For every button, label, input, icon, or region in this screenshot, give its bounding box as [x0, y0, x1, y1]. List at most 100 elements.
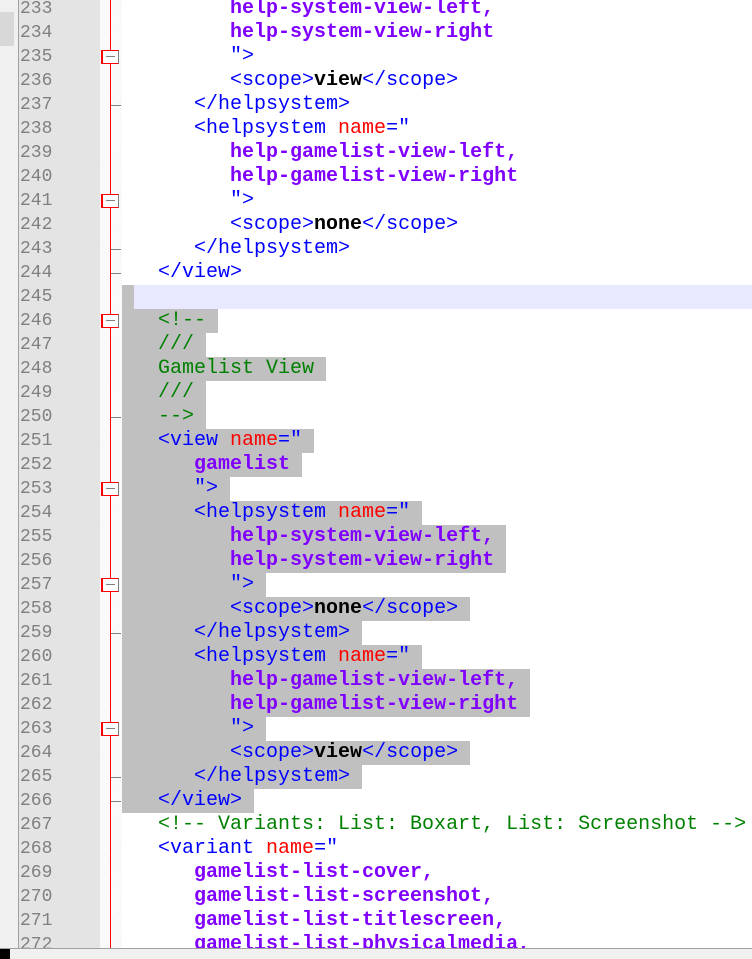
code-text: </view>	[122, 261, 242, 285]
fold-end-marker	[111, 105, 121, 106]
code-line[interactable]: 240 help-gamelist-view-right	[0, 165, 752, 189]
code-text: <!--	[122, 309, 219, 333]
code-text: gamelist-list-titlescreen,	[122, 909, 506, 933]
token-cmt: -->	[158, 405, 195, 428]
token-tag: <scope>	[230, 69, 315, 92]
code-line[interactable]: 260 <helpsystem name="	[0, 645, 752, 669]
code-text: </helpsystem>	[122, 621, 363, 645]
token-tag: ">	[230, 45, 255, 68]
fold-collapse-icon[interactable]	[101, 722, 119, 736]
code-line[interactable]: 268 <variant name="	[0, 837, 752, 861]
code-line[interactable]: 250 -->	[0, 405, 752, 429]
fold-collapse-icon[interactable]	[101, 194, 119, 208]
code-line[interactable]: 267 <!-- Variants: List: Boxart, List: S…	[0, 813, 752, 837]
code-line[interactable]: 247 ///	[0, 333, 752, 357]
code-editor[interactable]: 233 help-system-view-left, 234 help-syste…	[0, 0, 752, 948]
code-line[interactable]: 253 ">	[0, 477, 752, 501]
token-attr: name	[338, 117, 387, 140]
token-tag: <view	[158, 429, 231, 452]
code-line[interactable]: 263 ">	[0, 717, 752, 741]
line-number: 271	[20, 911, 53, 931]
line-number: 265	[20, 767, 53, 787]
line-number: 245	[20, 287, 53, 307]
code-text: -->	[122, 405, 207, 429]
fold-collapse-icon[interactable]	[101, 50, 119, 64]
code-line[interactable]: 254 <helpsystem name="	[0, 501, 752, 525]
code-line[interactable]: 243 </helpsystem>	[0, 237, 752, 261]
token-tag: ="	[386, 501, 411, 524]
code-text: </helpsystem>	[122, 93, 350, 117]
code-line[interactable]: 244 </view>	[0, 261, 752, 285]
line-number: 243	[20, 239, 53, 259]
token-tag: <variant	[158, 837, 267, 860]
code-line[interactable]: 252 gamelist	[0, 453, 752, 477]
code-line[interactable]: 246 <!--	[0, 309, 752, 333]
code-line[interactable]: 239 help-gamelist-view-left,	[0, 141, 752, 165]
code-line[interactable]: 256 help-system-view-right	[0, 549, 752, 573]
token-attr: name	[338, 501, 387, 524]
code-line[interactable]: 272 gamelist-list-physicalmedia,	[0, 933, 752, 948]
code-line[interactable]: 261 help-gamelist-view-left,	[0, 669, 752, 693]
code-line[interactable]: 251 <view name="	[0, 429, 752, 453]
code-line[interactable]: 265 </helpsystem>	[0, 765, 752, 789]
line-number: 268	[20, 839, 53, 859]
code-line[interactable]: 257 ">	[0, 573, 752, 597]
fold-end-marker	[111, 273, 121, 274]
horizontal-scrollbar[interactable]	[0, 948, 752, 959]
code-text: </view>	[122, 789, 255, 813]
line-number: 239	[20, 143, 53, 163]
code-text: ">	[122, 573, 267, 597]
code-line[interactable]: 270 gamelist-list-screenshot,	[0, 885, 752, 909]
code-line[interactable]: 249 ///	[0, 381, 752, 405]
line-number: 238	[20, 119, 53, 139]
code-line[interactable]: 271 gamelist-list-titlescreen,	[0, 909, 752, 933]
token-val: gamelist-list-screenshot,	[194, 885, 495, 908]
code-line[interactable]: 233 help-system-view-left,	[0, 0, 752, 21]
token-val: help-system-view-right	[230, 549, 495, 572]
token-cmt: ///	[158, 381, 195, 404]
code-line[interactable]: 241 ">	[0, 189, 752, 213]
token-val: help-system-view-right	[230, 21, 495, 44]
code-line[interactable]: 236 <scope>view</scope>	[0, 69, 752, 93]
code-line[interactable]: 255 help-system-view-left,	[0, 525, 752, 549]
code-text: <scope>none</scope>	[122, 597, 471, 621]
code-line[interactable]: 258 <scope>none</scope>	[0, 597, 752, 621]
code-text: gamelist-list-physicalmedia,	[122, 933, 530, 948]
fold-collapse-icon[interactable]	[101, 578, 119, 592]
code-line[interactable]: 235 ">	[0, 45, 752, 69]
code-text: ">	[122, 189, 254, 213]
token-tag: <helpsystem	[194, 645, 339, 668]
code-line[interactable]: 234 help-system-view-right	[0, 21, 752, 45]
code-line[interactable]: 242 <scope>none</scope>	[0, 213, 752, 237]
line-number: 250	[20, 407, 53, 427]
code-line[interactable]: 264 <scope>view</scope>	[0, 741, 752, 765]
token-tag: </scope>	[362, 213, 459, 236]
code-line[interactable]: 237 </helpsystem>	[0, 93, 752, 117]
line-number: 269	[20, 863, 53, 883]
code-text: ///	[122, 381, 207, 405]
code-text: <helpsystem name="	[122, 501, 423, 525]
code-line[interactable]: 266 </view>	[0, 789, 752, 813]
code-line[interactable]: 259 </helpsystem>	[0, 621, 752, 645]
line-number: 259	[20, 623, 53, 643]
line-number: 237	[20, 95, 53, 115]
code-text: gamelist	[122, 453, 303, 477]
token-val: help-gamelist-view-left,	[230, 141, 519, 164]
code-line[interactable]: 238 <helpsystem name="	[0, 117, 752, 141]
line-number: 260	[20, 647, 53, 667]
code-text: </helpsystem>	[122, 765, 363, 789]
fold-collapse-icon[interactable]	[101, 482, 119, 496]
token-tag: ="	[314, 837, 339, 860]
code-line[interactable]: 269 gamelist-list-cover,	[0, 861, 752, 885]
code-line[interactable]: 245	[0, 285, 752, 309]
line-number: 242	[20, 215, 53, 235]
fold-collapse-icon[interactable]	[101, 314, 119, 328]
line-number: 267	[20, 815, 53, 835]
token-tag: ">	[230, 573, 255, 596]
code-text: help-gamelist-view-right	[122, 165, 518, 189]
selection-start	[122, 285, 134, 309]
line-number: 251	[20, 431, 53, 451]
code-line[interactable]: 262 help-gamelist-view-right	[0, 693, 752, 717]
token-val: help-gamelist-view-right	[230, 693, 519, 716]
code-line[interactable]: 248 Gamelist View	[0, 357, 752, 381]
